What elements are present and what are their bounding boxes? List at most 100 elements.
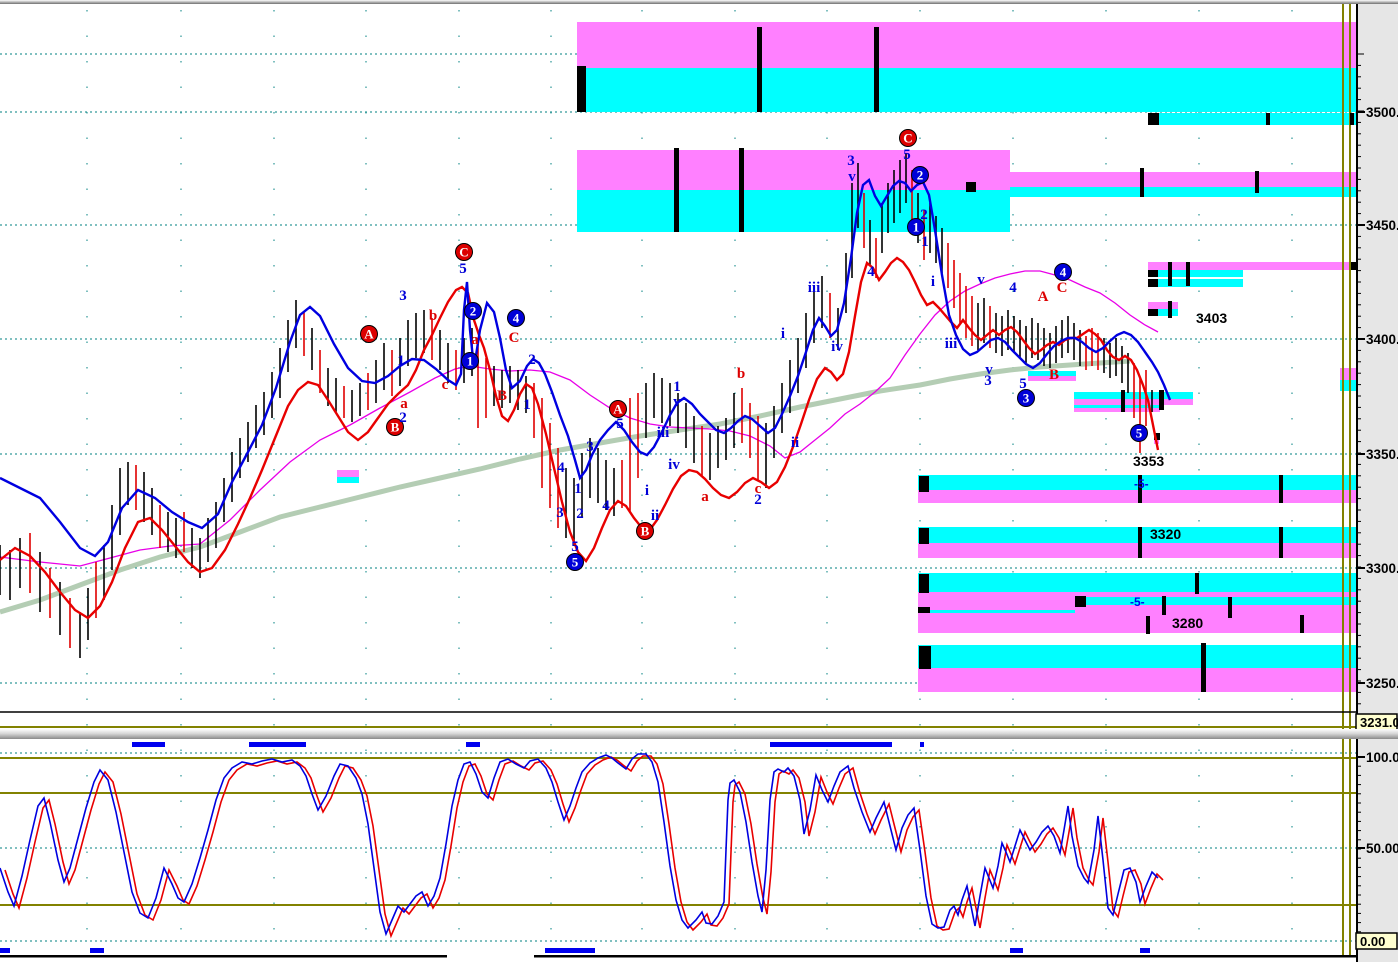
wave-text-label: 1: [523, 397, 531, 413]
last-price-box: 3231.0: [1355, 713, 1398, 731]
zone-band: [577, 190, 1010, 232]
wave-text-label: 3: [586, 439, 594, 455]
zone-band: [1148, 113, 1356, 125]
zone-band: [918, 610, 1075, 613]
wave-text-label: 2: [920, 207, 928, 223]
svg-text:2: 2: [917, 168, 924, 183]
zone-black-mark: [1266, 113, 1270, 125]
wave-circle-label: 5: [566, 553, 584, 571]
svg-text:2: 2: [470, 304, 477, 319]
svg-text:A: A: [613, 402, 623, 417]
wave-text-label: ii: [791, 435, 799, 451]
wave-text-label: 2: [576, 506, 584, 522]
axis-label: 3450.: [1366, 218, 1398, 233]
wave-text-label: 4: [602, 498, 610, 514]
zone-5-label: -5-: [1134, 477, 1149, 491]
zone-black-mark: [1162, 596, 1166, 615]
zone-black-mark: [1140, 168, 1144, 197]
oscillator-panel[interactable]: [0, 742, 1357, 958]
wave-text-label: C: [509, 330, 520, 346]
price-level-label: 3280: [1172, 615, 1203, 631]
svg-text:C: C: [903, 131, 912, 146]
svg-text:1: 1: [467, 354, 474, 369]
zone-black-mark: [1300, 615, 1304, 633]
svg-text:4: 4: [513, 311, 520, 326]
wave-text-label: 3: [984, 373, 992, 389]
chart-canvas[interactable]: ABCABC2 4135521431251253413 2 45iiiiiiiv1v2…: [0, 0, 1398, 962]
wave-text-label: 5: [571, 539, 579, 555]
trading-chart-window: A B C A B C 2 4 1 3 5 5 2 1 4 3 1 2 5 1 2 5 3 4 1 3 2 4 5 i ii iii iv 1 v 2…: [0, 0, 1398, 962]
wave-text-label: 3: [399, 288, 407, 304]
wave-text-label: 5: [1019, 376, 1027, 392]
axis-label: 3300.: [1366, 561, 1398, 576]
wave-text-label: a: [471, 332, 479, 348]
wave-circle-label: B: [636, 522, 654, 540]
wave-text-label: c: [755, 481, 762, 497]
zone-black-mark: [966, 182, 976, 192]
wave-text-label: i: [931, 274, 935, 290]
zone-black-mark: [1121, 390, 1125, 412]
wave-circle-label: C: [899, 129, 917, 147]
svg-text:4: 4: [1060, 265, 1067, 280]
osc-signal-dash: [90, 948, 104, 953]
wave-text-label: 3: [556, 505, 564, 521]
zone-black-mark: [1201, 643, 1206, 692]
zone-black-mark: [1146, 616, 1150, 634]
osc-signal-dash: [249, 742, 306, 747]
last-price-box: 0.00: [1355, 932, 1398, 950]
wave-circle-label: 4: [507, 309, 525, 327]
wave-text-label: v: [673, 394, 681, 410]
zone-band: [1010, 172, 1356, 187]
wave-text-label: 4: [1009, 280, 1017, 296]
wave-circle-label: 4: [1054, 263, 1072, 281]
price-level-label: 3353: [1133, 453, 1164, 469]
zone-black-mark: [1075, 596, 1086, 607]
zone-black-mark: [1138, 527, 1142, 558]
zone-black-mark: [1159, 390, 1164, 410]
window-top-border: [0, 0, 1398, 4]
zone-black-mark: [919, 528, 929, 544]
osc-signal-dash: [0, 948, 10, 953]
wave-text-label: iii: [945, 336, 958, 352]
zone-band: [1148, 302, 1178, 309]
zone-black-mark: [1228, 597, 1232, 618]
wave-text-label: iii: [657, 425, 670, 441]
wave-text-label: b: [429, 308, 437, 324]
wave-text-label: 1: [574, 481, 582, 497]
zone-black-mark: [1279, 475, 1283, 503]
zone-black-mark: [1351, 262, 1356, 270]
zone-band: [918, 490, 1356, 503]
zone-black-mark: [739, 148, 744, 232]
zone-black-mark: [674, 148, 679, 232]
wave-text-label: 2: [399, 410, 407, 426]
zone-band: [1074, 405, 1160, 408]
zone-band: [918, 527, 1356, 543]
osc-signal-dash: [545, 948, 595, 953]
zone-black-mark: [1148, 270, 1158, 277]
zone-band: [337, 477, 359, 483]
wave-text-label: C: [1057, 280, 1068, 296]
price-level-label: 3403: [1196, 310, 1227, 326]
zone-black-mark: [1148, 279, 1158, 287]
zone-black-mark: [1279, 527, 1283, 558]
wave-circle-label: 2: [911, 166, 929, 184]
wave-circle-label: C: [455, 243, 473, 261]
wave-text-label: 4: [867, 264, 875, 280]
panel-separator: [0, 729, 1398, 739]
zone-band: [918, 645, 1356, 668]
wave-circle-label: 3: [1017, 389, 1035, 407]
svg-text:A: A: [364, 327, 374, 342]
osc-signal-dash: [132, 742, 165, 747]
zone-black-mark: [919, 574, 929, 593]
osc-signal-dash: [920, 742, 924, 747]
svg-text:1: 1: [913, 220, 920, 235]
wave-text-label: 1: [673, 379, 681, 395]
wave-text-label: 3: [847, 153, 855, 169]
svg-text:3231.0: 3231.0: [1360, 715, 1398, 730]
wave-text-label: iii: [808, 280, 821, 296]
wave-text-label: i: [645, 483, 649, 499]
price-axis[interactable]: 3500. 3450. 3400. 3350. 3300. 3250. 100.0 50.00…: [1355, 0, 1398, 962]
price-level-label: 3320: [1150, 526, 1181, 542]
wave-circle-label: A: [609, 400, 627, 418]
wave-text-label: 2: [528, 352, 536, 368]
